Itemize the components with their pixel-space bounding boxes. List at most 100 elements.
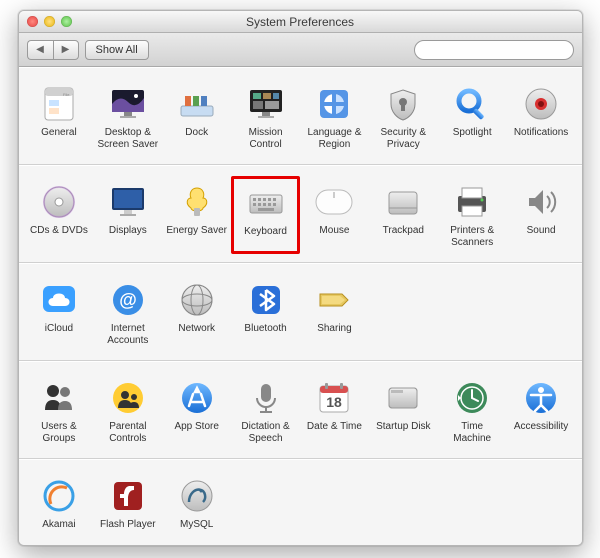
show-all-button[interactable]: Show All <box>85 40 149 60</box>
pref-energy[interactable]: Energy Saver <box>162 176 231 254</box>
pref-desktop[interactable]: Desktop & Screen Saver <box>93 78 162 156</box>
pref-notifications[interactable]: Notifications <box>507 78 576 156</box>
nav-segment: ◀ ▶ <box>27 40 79 60</box>
pref-label: Keyboard <box>244 226 287 238</box>
pref-label: MySQL <box>180 519 213 531</box>
pref-label: Internet Accounts <box>97 323 158 346</box>
toolbar: ◀ ▶ Show All <box>19 33 582 67</box>
pref-dock[interactable]: Dock <box>162 78 231 156</box>
pref-cds[interactable]: CDs & DVDs <box>25 176 94 254</box>
pref-label: Sharing <box>317 323 351 335</box>
keyboard-icon <box>246 183 286 223</box>
pref-row: Akamai Flash Player MySQL <box>19 459 582 545</box>
pref-users[interactable]: Users & Groups <box>25 372 94 450</box>
pref-label: Dock <box>185 127 208 139</box>
sharing-icon <box>314 280 354 320</box>
timemachine-icon <box>452 378 492 418</box>
bluetooth-icon <box>246 280 286 320</box>
pref-keyboard[interactable]: Keyboard <box>231 176 300 254</box>
pref-label: Trackpad <box>383 225 424 237</box>
akamai-icon <box>39 476 79 516</box>
pref-label: Mouse <box>319 225 349 237</box>
pref-label: Language & Region <box>304 127 365 150</box>
pref-akamai[interactable]: Akamai <box>25 470 94 537</box>
pref-label: Akamai <box>42 519 75 531</box>
language-icon <box>314 84 354 124</box>
search-field[interactable] <box>414 40 574 60</box>
pref-mysql[interactable]: MySQL <box>162 470 231 537</box>
flash-icon <box>108 476 148 516</box>
pref-internet[interactable]: Internet Accounts <box>93 274 162 352</box>
pref-label: Date & Time <box>307 421 362 433</box>
pref-bluetooth[interactable]: Bluetooth <box>231 274 300 352</box>
pref-label: Network <box>178 323 215 335</box>
accessibility-icon <box>521 378 561 418</box>
pref-sharing[interactable]: Sharing <box>300 274 369 352</box>
pref-mouse[interactable]: Mouse <box>300 176 369 254</box>
pref-row: General Desktop & Screen Saver Dock Mission… <box>19 67 582 165</box>
pref-row: CDs & DVDsDisplaysEnergy Saver Keyboard Mo… <box>19 165 582 263</box>
pref-label: Spotlight <box>453 127 492 139</box>
mouse-icon <box>314 182 354 222</box>
parental-icon <box>108 378 148 418</box>
pref-label: General <box>41 127 77 139</box>
cds-icon <box>39 182 79 222</box>
displays-icon <box>108 182 148 222</box>
pref-general[interactable]: General <box>25 78 94 156</box>
general-icon <box>39 84 79 124</box>
pref-label: Startup Disk <box>376 421 430 433</box>
icloud-icon <box>39 280 79 320</box>
pref-label: Mission Control <box>235 127 296 150</box>
pref-label: Printers & Scanners <box>442 225 503 248</box>
pref-spotlight[interactable]: Spotlight <box>438 78 507 156</box>
search-input[interactable] <box>425 44 567 56</box>
dock-icon <box>177 84 217 124</box>
window-title: System Preferences <box>19 15 582 29</box>
minimize-button[interactable] <box>44 16 55 27</box>
pref-label: Accessibility <box>514 421 568 433</box>
pref-accessibility[interactable]: Accessibility <box>507 372 576 450</box>
pref-datetime[interactable]: Date & Time <box>300 372 369 450</box>
pref-row: Users & GroupsParental ControlsApp Store… <box>19 361 582 459</box>
pref-label: Desktop & Screen Saver <box>97 127 158 150</box>
traffic-lights <box>19 16 72 27</box>
preferences-window: System Preferences ◀ ▶ Show All General D… <box>18 10 583 546</box>
internet-icon <box>108 280 148 320</box>
energy-icon <box>177 182 217 222</box>
trackpad-icon <box>383 182 423 222</box>
forward-button[interactable]: ▶ <box>53 40 79 60</box>
pref-icloud[interactable]: iCloud <box>25 274 94 352</box>
pref-label: Parental Controls <box>97 421 158 444</box>
pref-printers[interactable]: Printers & Scanners <box>438 176 507 254</box>
pref-dictation[interactable]: Dictation & Speech <box>231 372 300 450</box>
pref-displays[interactable]: Displays <box>93 176 162 254</box>
pref-sound[interactable]: Sound <box>507 176 576 254</box>
pref-startup[interactable]: Startup Disk <box>369 372 438 450</box>
desktop-icon <box>108 84 148 124</box>
pref-timemachine[interactable]: Time Machine <box>438 372 507 450</box>
pref-label: Time Machine <box>442 421 503 444</box>
pref-flash[interactable]: Flash Player <box>93 470 162 537</box>
printers-icon <box>452 182 492 222</box>
pref-security[interactable]: Security & Privacy <box>369 78 438 156</box>
close-button[interactable] <box>27 16 38 27</box>
pref-appstore[interactable]: App Store <box>162 372 231 450</box>
pref-label: Notifications <box>514 127 568 139</box>
datetime-icon <box>314 378 354 418</box>
pref-parental[interactable]: Parental Controls <box>93 372 162 450</box>
back-button[interactable]: ◀ <box>27 40 53 60</box>
pref-label: Flash Player <box>100 519 156 531</box>
pref-label: Security & Privacy <box>373 127 434 150</box>
pref-language[interactable]: Language & Region <box>300 78 369 156</box>
sound-icon <box>521 182 561 222</box>
appstore-icon <box>177 378 217 418</box>
pref-network[interactable]: Network <box>162 274 231 352</box>
security-icon <box>383 84 423 124</box>
pref-trackpad[interactable]: Trackpad <box>369 176 438 254</box>
pref-mission[interactable]: Mission Control <box>231 78 300 156</box>
pref-label: Bluetooth <box>244 323 286 335</box>
pref-row: iCloudInternet Accounts Network Bluetooth S… <box>19 263 582 361</box>
mission-icon <box>246 84 286 124</box>
dictation-icon <box>246 378 286 418</box>
zoom-button[interactable] <box>61 16 72 27</box>
